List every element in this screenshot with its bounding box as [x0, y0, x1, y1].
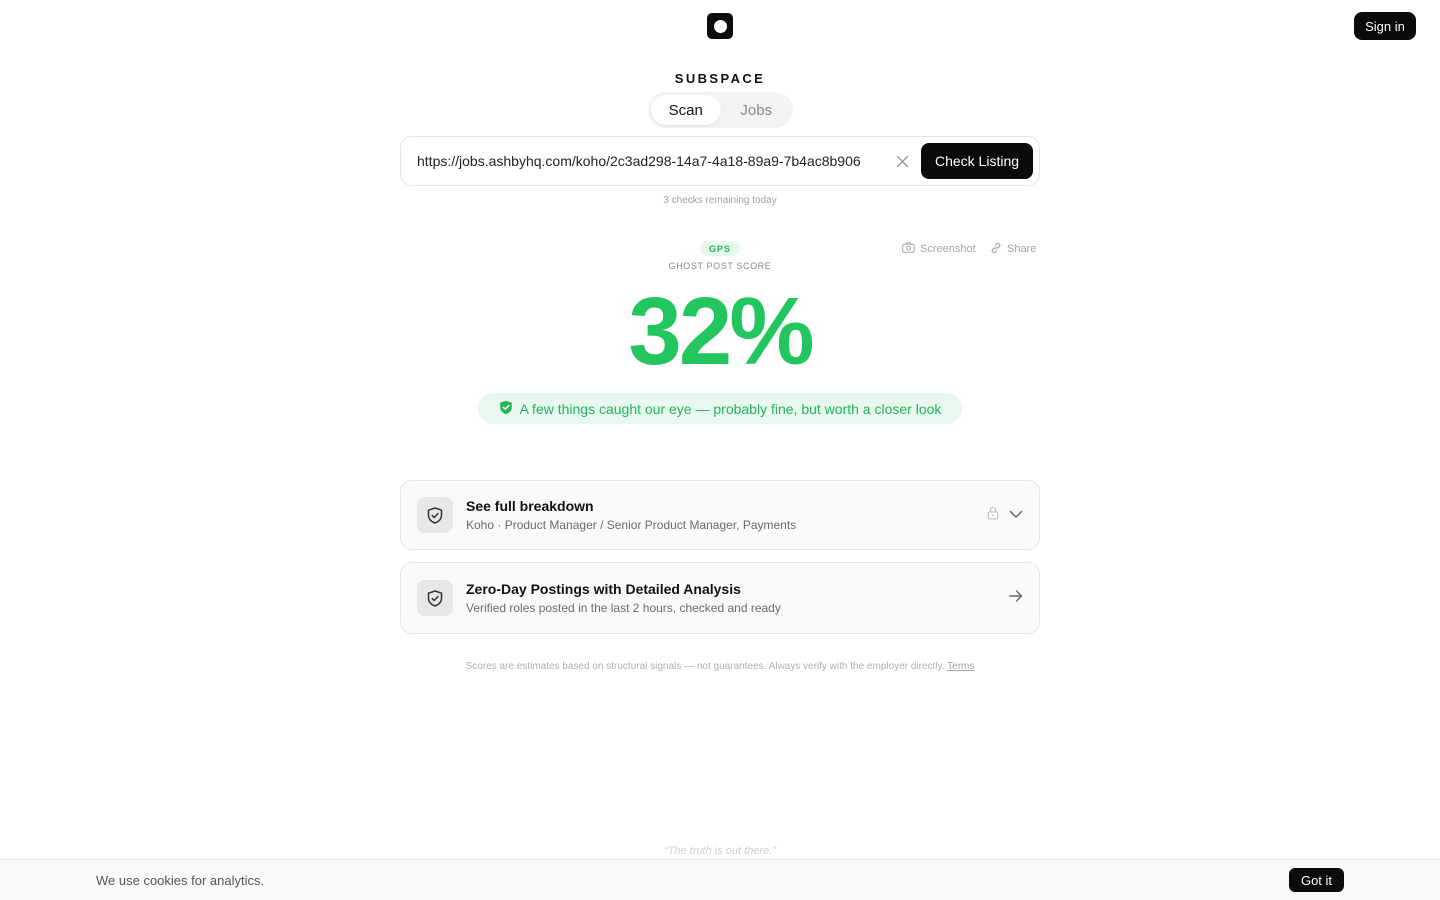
zero-day-postings-card[interactable]: Zero-Day Postings with Detailed Analysis…: [400, 562, 1040, 634]
verdict-banner: A few things caught our eye — probably f…: [478, 393, 962, 424]
checks-remaining-text: 3 checks remaining today: [663, 195, 777, 206]
tab-scan[interactable]: Scan: [651, 95, 721, 125]
cookie-message: We use cookies for analytics.: [96, 873, 265, 888]
cookie-banner: We use cookies for analytics. Got it: [0, 859, 1440, 900]
check-listing-button[interactable]: Check Listing: [921, 143, 1033, 179]
chevron-down-icon[interactable]: [1009, 506, 1023, 524]
camera-icon: [902, 242, 915, 256]
ghost-post-score: 32%: [628, 278, 814, 385]
cookie-accept-button[interactable]: Got it: [1289, 868, 1344, 892]
card-title: Zero-Day Postings with Detailed Analysis: [466, 581, 741, 597]
verdict-text: A few things caught our eye — probably f…: [519, 400, 942, 417]
share-label: Share: [1007, 243, 1037, 255]
terms-link[interactable]: Terms: [947, 661, 974, 672]
app-logo-icon[interactable]: [707, 13, 733, 39]
gps-badge: GPS: [700, 241, 740, 256]
footer-quote: “The truth is out there.”: [664, 845, 776, 857]
shield-check-icon: [499, 400, 513, 418]
card-subtitle: Verified roles posted in the last 2 hour…: [466, 601, 781, 615]
mode-tabs: Scan Jobs: [648, 92, 793, 128]
url-search-bar: Check Listing: [400, 136, 1040, 186]
screenshot-button[interactable]: Screenshot: [902, 241, 976, 257]
lock-icon: [987, 506, 999, 525]
arrow-right-icon[interactable]: [1009, 589, 1023, 607]
brand-title: SUBSPACE: [674, 71, 766, 86]
link-icon: [990, 242, 1002, 257]
close-icon[interactable]: [887, 146, 917, 176]
url-input[interactable]: [417, 153, 887, 169]
disclaimer-text: Scores are estimates based on structural…: [465, 661, 945, 672]
tab-jobs[interactable]: Jobs: [723, 95, 791, 125]
share-button[interactable]: Share: [990, 241, 1036, 257]
shield-check-icon: [417, 497, 453, 533]
card-title: See full breakdown: [466, 498, 594, 514]
card-subtitle: Koho · Product Manager / Senior Product …: [466, 518, 797, 532]
full-breakdown-card[interactable]: See full breakdown Koho · Product Manage…: [400, 480, 1040, 550]
disclaimer: Scores are estimates based on structural…: [0, 661, 1440, 672]
shield-check-icon: [417, 580, 453, 616]
screenshot-label: Screenshot: [920, 243, 976, 255]
sign-in-button[interactable]: Sign in: [1354, 12, 1416, 40]
score-label: GHOST POST SCORE: [668, 261, 772, 271]
